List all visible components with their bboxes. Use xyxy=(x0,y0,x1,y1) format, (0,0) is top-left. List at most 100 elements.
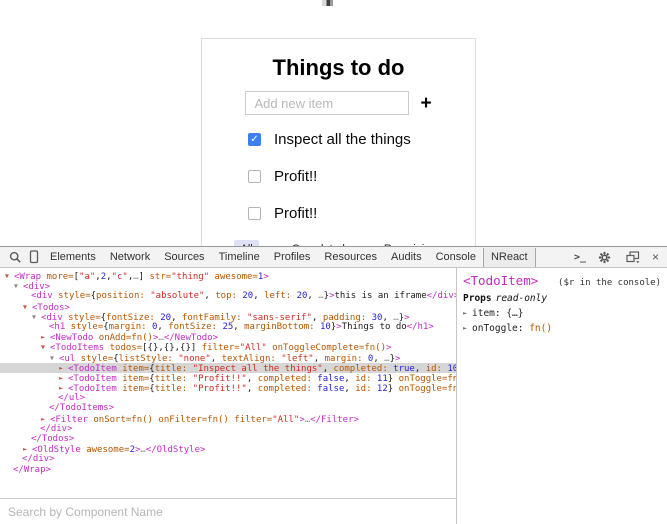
collapse-arrow-icon[interactable]: ▼ xyxy=(40,342,50,352)
todo-label[interactable]: Profit!! xyxy=(274,205,317,222)
tab-network[interactable]: Network xyxy=(103,248,157,267)
collapse-arrow-icon[interactable]: ▼ xyxy=(49,353,59,363)
app-title: Things to do xyxy=(202,55,475,81)
prop-name: item: xyxy=(472,308,506,319)
expand-arrow-icon[interactable]: ► xyxy=(40,414,50,424)
tree-row[interactable]: ►<TodoItem item={title: "Profit!!", comp… xyxy=(0,383,456,393)
expand-arrow-icon[interactable]: ► xyxy=(58,383,68,393)
checkbox-unchecked-icon[interactable] xyxy=(248,170,261,183)
todo-item: Profit!! xyxy=(248,166,475,186)
code-segment: onSort= xyxy=(88,415,131,425)
code-segment: [{},{},{}] xyxy=(142,343,196,353)
tab-profiles[interactable]: Profiles xyxy=(267,248,318,267)
tree-row[interactable]: </div> xyxy=(0,454,456,464)
tree-row[interactable]: </Wrap> xyxy=(0,465,456,475)
tree-row[interactable]: </ul> xyxy=(0,393,456,403)
undock-icon[interactable] xyxy=(626,251,640,263)
tab-console[interactable]: Console xyxy=(429,248,483,267)
tree-row[interactable]: ►<OldStyle awesome=2>…</OldStyle> xyxy=(0,444,456,454)
tree-row[interactable]: <h1 style={margin: 0, fontSize: 25, marg… xyxy=(0,322,456,332)
tree-row[interactable]: ▼<div style={fontSize: 20, fontFamily: "… xyxy=(0,312,456,322)
tree-row[interactable]: <div style={position: "absolute", top: 2… xyxy=(0,291,456,301)
selected-component-name: <TodoItem> xyxy=(463,273,538,288)
prop-row-item[interactable]: ►item: {…} xyxy=(463,308,661,319)
code-segment: 10 xyxy=(320,322,331,332)
code-segment: style= xyxy=(65,322,103,332)
checkbox-unchecked-icon[interactable] xyxy=(248,207,261,220)
code-segment: str= xyxy=(144,272,171,282)
collapse-arrow-icon[interactable]: ▼ xyxy=(31,312,41,322)
code-segment: </Filter> xyxy=(310,415,359,425)
tab-sources[interactable]: Sources xyxy=(157,248,211,267)
tree-row[interactable]: </div> xyxy=(0,424,456,434)
inspect-element-icon[interactable] xyxy=(9,251,22,264)
code-segment: "All" xyxy=(272,415,299,425)
tree-row[interactable]: ►<TodoItem item={title: "Inspect all the… xyxy=(0,363,456,373)
code-segment: false xyxy=(317,384,344,394)
tree-row[interactable]: </TodoItems> xyxy=(0,403,456,413)
code-segment: </div> xyxy=(40,424,73,434)
code-segment: filter= xyxy=(229,415,272,425)
collapse-arrow-icon[interactable]: ▼ xyxy=(22,302,32,312)
tree-row[interactable]: ▼<div> xyxy=(0,281,456,291)
page-top-artifact xyxy=(322,0,333,6)
code-segment: Things to do xyxy=(342,322,407,332)
tree-row[interactable]: ▼<ul style={listStyle: "none", textAlign… xyxy=(0,353,456,363)
tab-resources[interactable]: Resources xyxy=(317,248,384,267)
code-segment: </ul> xyxy=(58,393,85,403)
devtools-toolbar: ElementsNetworkSourcesTimelineProfilesRe… xyxy=(0,247,667,268)
expand-arrow-icon[interactable]: ► xyxy=(58,363,68,373)
expand-arrow-icon[interactable]: ► xyxy=(22,444,32,454)
tree-row[interactable]: ▼<Todos> xyxy=(0,302,456,312)
code-segment: "thing" xyxy=(171,272,209,282)
todo-label[interactable]: Inspect all the things xyxy=(274,131,411,148)
close-icon[interactable]: × xyxy=(652,251,659,263)
settings-gear-icon[interactable] xyxy=(598,251,611,264)
prop-name: onToggle: xyxy=(472,323,529,334)
code-segment: item= xyxy=(117,384,150,394)
add-item-button[interactable]: + xyxy=(420,94,431,113)
todo-label[interactable]: Profit!! xyxy=(274,168,317,185)
code-segment: </Wrap> xyxy=(13,465,51,475)
tree-row[interactable]: ►<TodoItem item={title: "Profit!!", comp… xyxy=(0,373,456,383)
collapse-arrow-icon[interactable]: ▼ xyxy=(4,271,14,281)
device-mode-icon[interactable] xyxy=(28,250,40,264)
component-search-input[interactable] xyxy=(0,505,456,519)
code-segment: "a" xyxy=(79,272,95,282)
tab-nreact[interactable]: NReact xyxy=(483,248,536,267)
code-segment: onFilter= xyxy=(153,415,207,425)
props-header: <TodoItem> ($r in the console) xyxy=(463,273,661,288)
props-section-title: Propsread-only xyxy=(463,293,661,304)
tab-audits[interactable]: Audits xyxy=(384,248,429,267)
props-list: ►item: {…}►onToggle: fn() xyxy=(463,308,661,334)
code-segment: fn() xyxy=(364,343,386,353)
expand-arrow-icon[interactable]: ► xyxy=(58,373,68,383)
code-segment: filter= xyxy=(196,343,239,353)
tab-timeline[interactable]: Timeline xyxy=(212,248,267,267)
prop-row-item[interactable]: ►onToggle: fn() xyxy=(463,323,661,334)
tree-row[interactable]: ►<Filter onSort=fn() onFilter=fn() filte… xyxy=(0,414,456,424)
tree-row[interactable]: </Todos> xyxy=(0,434,456,444)
console-hint: ($r in the console) xyxy=(558,278,661,288)
code-segment: left: xyxy=(264,291,297,301)
code-segment: "Profit!!" xyxy=(193,384,247,394)
prop-expand-arrow-icon[interactable]: ► xyxy=(463,309,472,317)
tree-row[interactable]: ▼<Wrap more=["a",2,"c",…] str="thing" aw… xyxy=(0,271,456,281)
tab-elements[interactable]: Elements xyxy=(43,248,103,267)
tree-row[interactable]: ▼<TodoItems todos=[{},{},{}] filter="All… xyxy=(0,342,456,352)
code-segment: > xyxy=(386,343,391,353)
props-panel: <TodoItem> ($r in the console) Propsread… xyxy=(456,268,667,524)
collapse-arrow-icon[interactable]: ▼ xyxy=(13,281,23,291)
expand-arrow-icon[interactable]: ► xyxy=(40,332,50,342)
tree-row[interactable]: ►<NewTodo onAdd=fn()>…</NewTodo> xyxy=(0,332,456,342)
console-drawer-icon[interactable]: >_ xyxy=(574,252,586,263)
code-segment: onToggleComplete= xyxy=(267,343,365,353)
code-segment: , xyxy=(157,322,168,332)
code-segment: this is an iframe xyxy=(335,291,427,301)
code-segment: title: xyxy=(155,384,193,394)
code-segment: awesome= xyxy=(209,272,258,282)
prop-expand-arrow-icon[interactable]: ► xyxy=(463,324,472,332)
prop-value: fn() xyxy=(529,323,552,334)
new-item-input[interactable] xyxy=(245,91,409,115)
checkbox-checked-icon[interactable]: ✓ xyxy=(248,133,261,146)
